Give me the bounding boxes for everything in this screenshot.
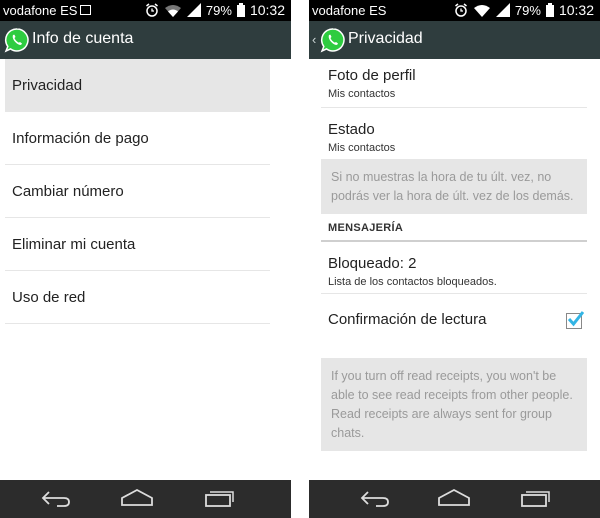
last-seen-note: Si no muestras la hora de tu últ. vez, n… [321,159,587,214]
clock: 10:32 [249,2,285,18]
messaging-section-header: MENSAJERÍA [321,214,587,242]
checkmark-icon [567,311,584,327]
menu-item-label: Información de pago [12,130,149,147]
carrier-label: vodafone ES [3,3,78,18]
setting-value: Mis contactos [328,88,396,100]
alarm-icon [454,3,467,17]
account-info-screen: vodafone ES 79% 10:32 Info de cuenta Pri… [0,0,291,518]
menu-item-label: Uso de red [12,289,86,306]
wifi-icon [164,4,181,17]
up-caret-icon[interactable]: ‹ [312,32,316,47]
battery-icon [545,3,554,17]
menu-item-network-usage[interactable]: Uso de red [5,271,270,324]
blocked-contacts-setting[interactable]: Bloqueado: 2 Lista de los contactos bloq… [321,242,587,294]
whatsapp-logo-icon[interactable] [4,27,30,53]
menu-item-change-number[interactable]: Cambiar número [5,165,270,218]
menu-item-label: Privacidad [12,77,83,94]
screen-title: Info de cuenta [32,30,134,47]
menu-item-delete-account[interactable]: Eliminar mi cuenta [5,218,270,271]
signal-icon [495,3,510,17]
action-bar: ‹ Privacidad [309,21,600,59]
setting-title: Estado [328,121,375,138]
battery-percent: 79% [205,2,232,18]
privacy-screen: vodafone ES 79% 10:32 ‹ Privacidad Foto … [309,0,600,518]
back-icon[interactable] [40,487,72,509]
setting-title: Confirmación de lectura [328,311,487,328]
status-bar: vodafone ES 79% 10:32 [0,0,291,21]
battery-icon [236,3,245,17]
privacy-settings-list: Foto de perfil Mis contactos Estado Mis … [309,59,600,451]
navigation-bar [309,480,600,518]
read-receipts-note: If you turn off read receipts, you won't… [321,358,587,451]
whatsapp-logo-icon[interactable] [320,27,346,53]
battery-percent: 79% [514,2,541,18]
clock: 10:32 [558,2,594,18]
menu-item-privacy[interactable]: Privacidad [5,59,270,112]
signal-icon [186,3,201,17]
navigation-bar [0,480,291,518]
action-bar: Info de cuenta [0,21,291,59]
recents-icon[interactable] [203,487,235,509]
status-bar: vodafone ES 79% 10:32 [309,0,600,21]
setting-subtitle: Lista de los contactos bloqueados. [328,276,497,288]
read-receipts-checkbox[interactable] [566,311,584,329]
menu-item-payment-info[interactable]: Información de pago [5,112,270,165]
back-icon[interactable] [359,487,391,509]
account-menu-list: Privacidad Información de pago Cambiar n… [0,59,291,324]
menu-item-label: Cambiar número [12,183,124,200]
alarm-icon [145,3,158,17]
gallery-notification-icon [80,5,91,15]
recents-icon[interactable] [519,487,551,509]
profile-photo-setting[interactable]: Foto de perfil Mis contactos [321,59,587,108]
menu-item-label: Eliminar mi cuenta [12,236,136,253]
setting-title: Foto de perfil [328,67,416,84]
setting-title: Bloqueado: 2 [328,255,417,272]
home-icon[interactable] [120,487,154,509]
status-setting[interactable]: Estado Mis contactos [321,108,587,159]
screen-title: Privacidad [348,30,423,47]
setting-value: Mis contactos [328,142,396,154]
home-icon[interactable] [437,487,471,509]
read-receipts-setting[interactable]: Confirmación de lectura [321,294,587,346]
wifi-icon [473,4,490,17]
carrier-label: vodafone ES [312,3,387,18]
